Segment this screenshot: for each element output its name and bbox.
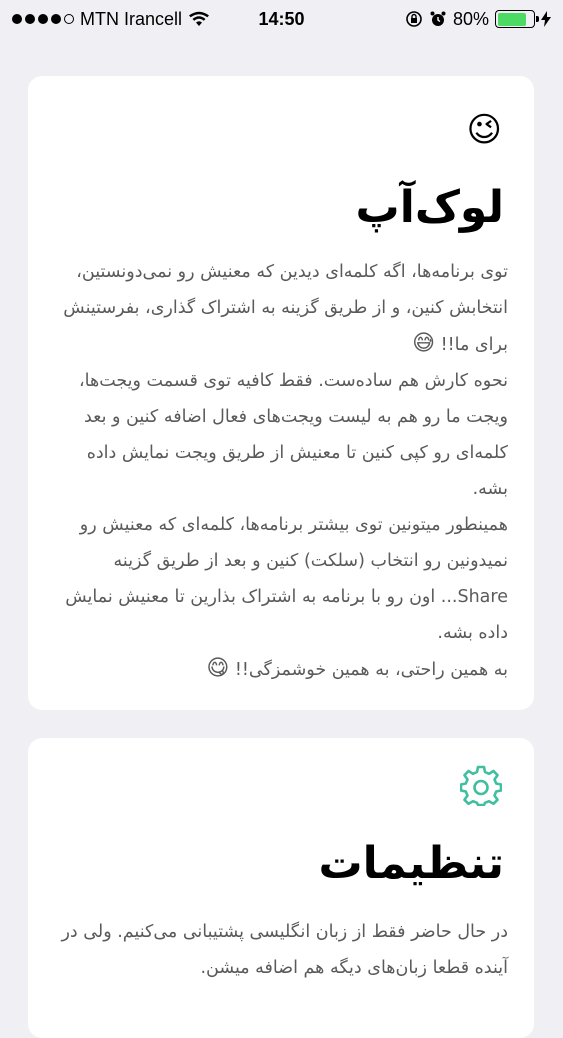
lookup-paragraph-4: به همین راحتی، به همین خوشمزگی!! 😋 bbox=[206, 656, 508, 681]
settings-card[interactable]: تنظیمات در حال حاضر فقط از زبان انگلیسی … bbox=[28, 738, 534, 1038]
rotation-lock-icon bbox=[406, 11, 422, 27]
signal-strength-icon bbox=[12, 14, 74, 24]
winking-face-icon: 😉 bbox=[466, 110, 502, 150]
status-left: MTN Irancell bbox=[12, 9, 210, 30]
yum-face-icon: 😋 bbox=[206, 656, 230, 681]
grinning-sweat-icon: 😅 bbox=[412, 331, 436, 356]
gear-icon[interactable] bbox=[460, 764, 502, 806]
lookup-card: 😉 لوک‌آپ توی برنامه‌ها، اگه کلمه‌ای دیدی… bbox=[28, 76, 534, 710]
alarm-clock-icon bbox=[430, 11, 446, 26]
lookup-paragraph-3: همینطور میتونین توی بیشتر برنامه‌ها، کلم… bbox=[65, 515, 508, 643]
lookup-body: توی برنامه‌ها، اگه کلمه‌ای دیدین که معنی… bbox=[52, 254, 508, 688]
carrier-name: MTN Irancell bbox=[80, 8, 183, 29]
charging-bolt-icon bbox=[541, 11, 551, 27]
lookup-title: لوک‌آپ bbox=[355, 182, 504, 233]
wifi-icon bbox=[189, 11, 210, 26]
battery-percent: 80% bbox=[452, 8, 489, 29]
lookup-paragraph-2: نحوه کارش هم ساده‌ست. فقط کافیه توی قسمت… bbox=[78, 371, 508, 499]
lookup-paragraph-1: توی برنامه‌ها، اگه کلمه‌ای دیدین که معنی… bbox=[63, 262, 508, 356]
settings-title: تنظیمات bbox=[318, 838, 504, 889]
status-bar: MTN Irancell 14:50 80% bbox=[0, 0, 563, 38]
settings-body: در حال حاضر فقط از زبان انگلیسی پشتیبانی… bbox=[52, 914, 508, 986]
status-right: 80% bbox=[405, 9, 551, 30]
battery-icon bbox=[495, 10, 539, 28]
settings-paragraph-1: در حال حاضر فقط از زبان انگلیسی پشتیبانی… bbox=[61, 922, 508, 978]
